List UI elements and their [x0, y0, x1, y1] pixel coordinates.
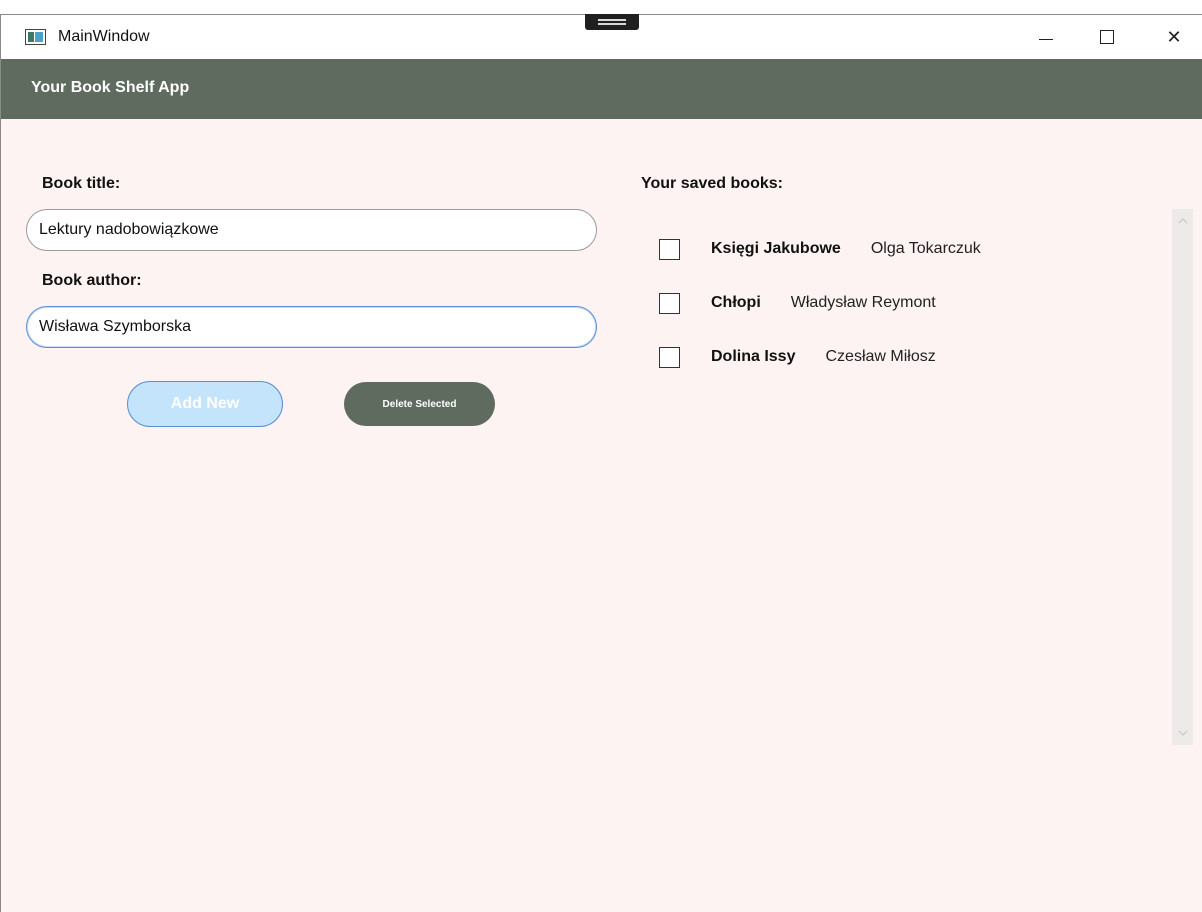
vertical-scrollbar[interactable] [1172, 209, 1193, 745]
list-item: Księgi Jakubowe Olga Tokarczuk [641, 234, 981, 264]
saved-books-heading: Your saved books: [641, 175, 783, 192]
delete-selected-button[interactable]: Delete Selected [344, 382, 495, 426]
book-title: Księgi Jakubowe [711, 240, 841, 257]
book-checkbox[interactable] [659, 238, 680, 260]
book-title: Chłopi [711, 294, 761, 311]
list-item: Dolina Issy Czesław Miłosz [641, 342, 936, 372]
book-author-input[interactable] [26, 306, 597, 348]
maximize-button[interactable] [1084, 15, 1130, 59]
main-window: MainWindow ✕ Your Book Shelf App Book ti… [0, 14, 1202, 912]
book-author-label: Book author: [42, 272, 142, 289]
add-new-button[interactable]: Add New [127, 381, 283, 427]
app-icon [25, 29, 46, 45]
close-button[interactable]: ✕ [1151, 15, 1197, 59]
book-title-input[interactable] [26, 209, 597, 251]
list-item: Chłopi Władysław Reymont [641, 288, 936, 318]
app-title: Your Book Shelf App [31, 79, 190, 96]
scroll-down-icon[interactable] [1172, 723, 1193, 743]
drag-handle[interactable] [585, 14, 639, 30]
book-list: Księgi Jakubowe Olga Tokarczuk Chłopi Wł… [641, 209, 1181, 745]
book-author: Władysław Reymont [790, 294, 936, 311]
book-title-label: Book title: [42, 175, 121, 192]
book-checkbox[interactable] [659, 346, 680, 368]
book-author: Olga Tokarczuk [870, 240, 981, 257]
book-author: Czesław Miłosz [825, 348, 936, 365]
book-title: Dolina Issy [711, 348, 796, 365]
minimize-button[interactable] [1023, 15, 1069, 59]
scroll-up-icon[interactable] [1172, 211, 1193, 231]
close-icon: ✕ [1166, 26, 1182, 47]
maximize-icon [1100, 30, 1114, 44]
window-title: MainWindow [58, 28, 150, 45]
book-checkbox[interactable] [659, 292, 680, 314]
minimize-icon [1039, 38, 1053, 40]
app-header: Your Book Shelf App [1, 59, 1202, 119]
